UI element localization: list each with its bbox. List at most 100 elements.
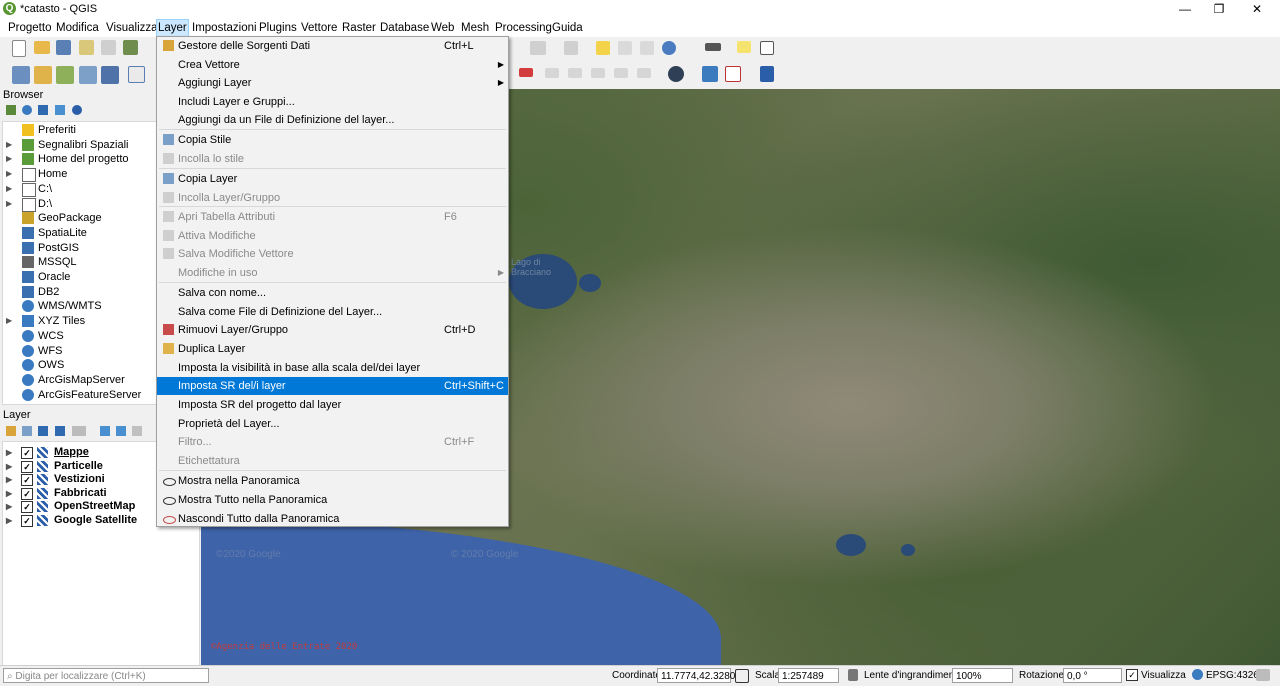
layer-menu-item[interactable]: Copia Stile: [157, 131, 508, 149]
help-icon[interactable]: [760, 66, 774, 82]
crs-label[interactable]: EPSG:4326: [1206, 670, 1259, 681]
toggle-extents-icon[interactable]: [735, 669, 749, 683]
expand-all-icon[interactable]: [100, 426, 110, 436]
collapse-layers-icon[interactable]: [116, 426, 126, 436]
layer-menu-item[interactable]: Aggiungi Layer ▶: [157, 74, 508, 92]
menu-modifica[interactable]: Modifica: [55, 19, 100, 37]
vertex-tool-icon[interactable]: [568, 68, 582, 78]
layer-visibility-checkbox[interactable]: ✓: [21, 487, 33, 500]
expand-arrow-icon[interactable]: ▶: [6, 152, 12, 166]
delete-feature-icon[interactable]: [614, 68, 628, 78]
lock-icon[interactable]: [848, 669, 858, 681]
add-group-icon[interactable]: [22, 426, 32, 436]
expand-arrow-icon[interactable]: ▶: [6, 460, 12, 473]
expand-arrow-icon[interactable]: ▶: [6, 167, 12, 181]
layer-menu-item[interactable]: Salva con nome...: [157, 284, 508, 302]
layer-menu-item[interactable]: Duplica Layer: [157, 340, 508, 358]
filter-legend-icon[interactable]: [55, 426, 65, 436]
menu-mesh[interactable]: Mesh: [460, 19, 490, 37]
messages-icon[interactable]: [1256, 669, 1270, 681]
expand-arrow-icon[interactable]: ▶: [6, 473, 12, 486]
layer-menu-item[interactable]: Rimuovi Layer/Gruppo Ctrl+D: [157, 321, 508, 339]
render-checkbox[interactable]: ✓: [1126, 669, 1138, 681]
deselect-icon[interactable]: [564, 41, 578, 55]
menu-processing[interactable]: Processing: [494, 19, 553, 37]
layer-menu-item[interactable]: Salva come File di Definizione del Layer…: [157, 303, 508, 321]
expand-arrow-icon[interactable]: ▶: [6, 197, 12, 211]
scale-field[interactable]: 1:257489: [778, 668, 839, 683]
layer-menu-item[interactable]: Mostra Tutto nella Panoramica: [157, 491, 508, 509]
crs-globe-icon[interactable]: [1192, 669, 1203, 680]
expand-arrow-icon[interactable]: ▶: [6, 514, 12, 527]
layer-visibility-checkbox[interactable]: ✓: [21, 447, 33, 459]
layer-menu-item[interactable]: Crea Vettore ▶: [157, 56, 508, 74]
refresh-icon[interactable]: [22, 105, 32, 115]
menu-guida[interactable]: Guida: [551, 19, 584, 37]
add-vector-layer-icon[interactable]: [12, 66, 30, 84]
layer-visibility-checkbox[interactable]: ✓: [21, 460, 33, 473]
select-features-icon[interactable]: [530, 41, 546, 55]
menu-progetto[interactable]: Progetto: [7, 19, 52, 37]
digitize-icon[interactable]: [545, 68, 559, 78]
minimize-button[interactable]: —: [1168, 0, 1202, 19]
layer-menu-item[interactable]: Copia Layer: [157, 170, 508, 188]
coordinate-field[interactable]: 11.7774,42.3280: [657, 668, 735, 683]
expand-arrow-icon[interactable]: ▶: [6, 487, 12, 500]
manage-map-themes-icon[interactable]: [38, 426, 48, 436]
menu-vettore[interactable]: Vettore: [300, 19, 338, 37]
layer-menu-item[interactable]: Includi Layer e Gruppi...: [157, 93, 508, 111]
layer-menu-item[interactable]: Imposta la visibilità in base alla scala…: [157, 359, 508, 377]
save-as-icon[interactable]: [79, 40, 94, 55]
menu-layer[interactable]: Layer: [156, 19, 189, 37]
text-annotation-icon[interactable]: [760, 41, 774, 55]
layer-menu-item[interactable]: Aggiungi da un File di Definizione del l…: [157, 111, 508, 129]
print-layout-icon[interactable]: [101, 40, 116, 55]
expand-arrow-icon[interactable]: ▶: [6, 446, 12, 459]
expand-arrow-icon[interactable]: ▶: [6, 182, 12, 196]
expand-arrow-icon[interactable]: ▶: [6, 500, 12, 513]
attribute-table-toolbar-icon[interactable]: [618, 41, 632, 55]
close-button[interactable]: ✕: [1240, 0, 1274, 19]
toolbox-gear-icon[interactable]: [662, 41, 676, 55]
filter-expression-icon[interactable]: [72, 426, 86, 436]
measure-icon[interactable]: [705, 43, 721, 51]
add-spatialite-icon[interactable]: [79, 66, 97, 84]
add-raster-layer-icon[interactable]: [34, 66, 52, 84]
layer-visibility-checkbox[interactable]: ✓: [21, 514, 33, 527]
menu-visualizza[interactable]: Visualizza: [105, 19, 159, 37]
locator-search-input[interactable]: ⌕ Digita per localizzare (Ctrl+K): [3, 668, 209, 683]
menu-plugins[interactable]: Plugins: [258, 19, 298, 37]
menu-raster[interactable]: Raster: [341, 19, 377, 37]
add-delimited-text-icon[interactable]: [56, 66, 74, 84]
map-tips-icon[interactable]: [668, 66, 684, 82]
layer-menu-item[interactable]: Proprietà del Layer...: [157, 415, 508, 433]
menu-database[interactable]: Database: [379, 19, 430, 37]
select-by-value-icon[interactable]: [596, 41, 610, 55]
magnifier-field[interactable]: 100%: [952, 668, 1013, 683]
expand-arrow-icon[interactable]: ▶: [6, 314, 12, 328]
layer-menu-item[interactable]: Nascondi Tutto dalla Panoramica: [157, 510, 508, 528]
filter-icon[interactable]: [38, 105, 48, 115]
layer-styling-icon[interactable]: [6, 426, 16, 436]
rotation-field[interactable]: 0,0 °: [1063, 668, 1122, 683]
layer-visibility-checkbox[interactable]: ✓: [21, 474, 33, 486]
add-wms-icon[interactable]: [101, 66, 119, 84]
python-console-icon[interactable]: [702, 66, 718, 82]
field-calculator-icon[interactable]: [640, 41, 654, 55]
layer-menu-item[interactable]: Gestore delle Sorgenti Dati Ctrl+L: [157, 37, 508, 55]
layer-visibility-checkbox[interactable]: ✓: [21, 501, 33, 513]
add-virtual-layer-icon[interactable]: [128, 66, 145, 83]
expand-arrow-icon[interactable]: ▶: [6, 138, 12, 152]
cut-feature-icon[interactable]: [637, 68, 651, 78]
annotation-icon[interactable]: [737, 41, 751, 53]
menu-web[interactable]: Web: [430, 19, 455, 37]
remove-layer-toolbar-icon[interactable]: [132, 426, 142, 436]
layer-menu-item[interactable]: Mostra nella Panoramica: [157, 472, 508, 490]
layer-menu-item[interactable]: Imposta SR del progetto dal layer: [157, 396, 508, 414]
layer-menu-item[interactable]: Imposta SR del/i layer Ctrl+Shift+C: [157, 377, 508, 395]
move-feature-icon[interactable]: [591, 68, 605, 78]
maximize-button[interactable]: ❐: [1202, 0, 1236, 19]
new-project-icon[interactable]: [12, 40, 26, 57]
collapse-all-icon[interactable]: [55, 105, 65, 115]
compass-icon[interactable]: [725, 66, 741, 82]
